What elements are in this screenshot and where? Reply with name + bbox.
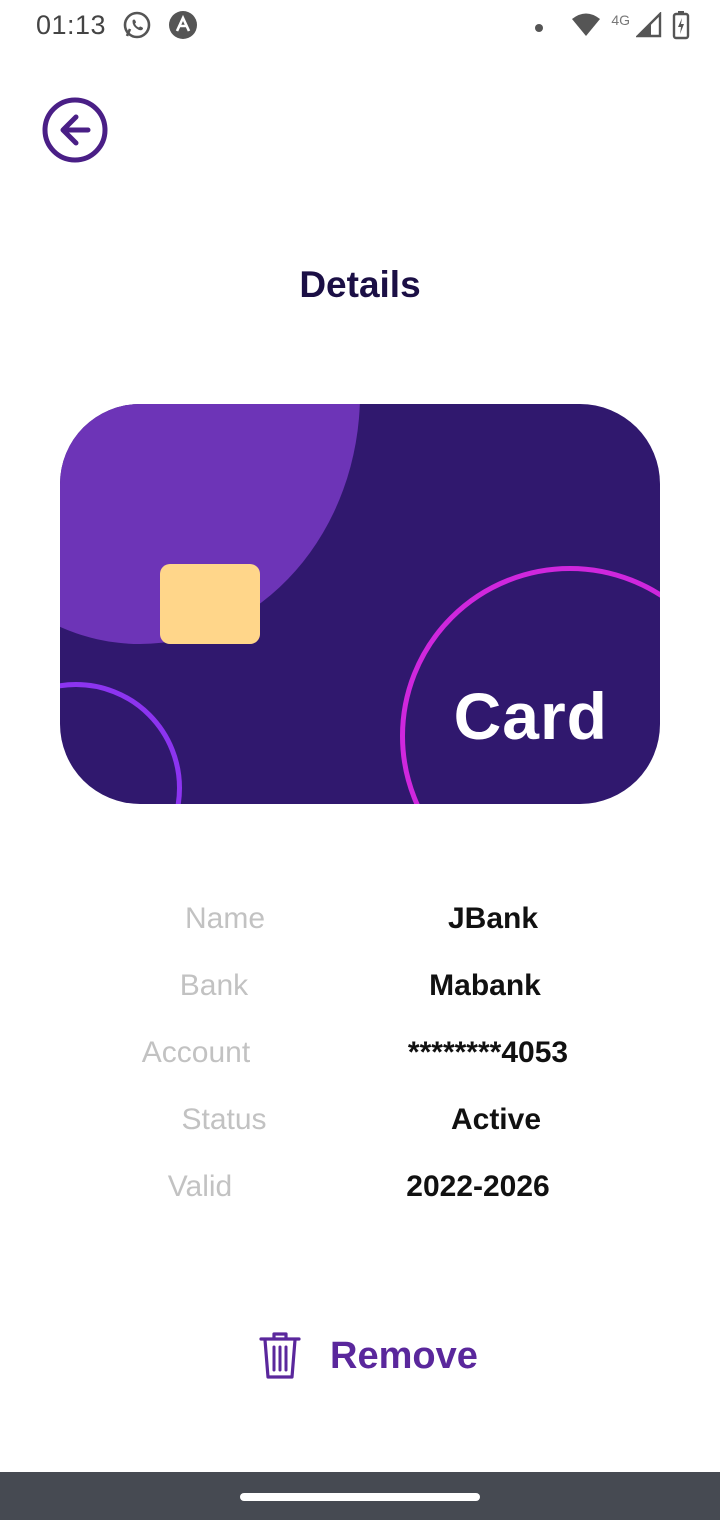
detail-label: Account	[141, 1036, 251, 1069]
detail-value: 2022-2026	[406, 1170, 550, 1203]
back-button[interactable]	[42, 97, 108, 163]
remove-label: Remove	[330, 1334, 478, 1377]
card-ring-small	[60, 682, 182, 804]
card-visual: Card	[60, 404, 660, 804]
remove-button[interactable]: Remove	[258, 1326, 488, 1386]
trash-icon	[259, 1332, 301, 1379]
notification-dot	[535, 23, 544, 32]
signal-icon	[635, 11, 662, 43]
status-system-icons: 4G	[535, 10, 690, 45]
network-type: 4G	[611, 11, 630, 28]
status-notification-icons	[122, 10, 198, 45]
status-bar: 01:13 4G	[0, 0, 720, 56]
system-navigation-bar	[0, 1472, 720, 1520]
status-time: 01:13	[36, 10, 107, 40]
card-details-screen: 01:13 4G Details Card Name JBank Bank Ma…	[0, 0, 720, 1520]
detail-row-bank: Bank Mabank	[0, 961, 720, 1011]
detail-label: Valid	[167, 1170, 233, 1203]
detail-row-status: Status Active	[0, 1095, 720, 1145]
back-arrow-icon	[42, 97, 108, 163]
detail-value: Active	[450, 1103, 542, 1136]
detail-value: ********4053	[407, 1036, 569, 1069]
detail-row-valid: Valid 2022-2026	[0, 1162, 720, 1212]
detail-value: JBank	[447, 902, 539, 935]
battery-charging-icon	[672, 10, 690, 45]
wifi-icon	[571, 12, 601, 43]
whatsapp-icon	[122, 10, 152, 45]
detail-row-name: Name JBank	[0, 894, 720, 944]
detail-value: Mabank	[429, 969, 541, 1002]
home-gesture-handle[interactable]	[240, 1493, 480, 1501]
card-chip	[160, 564, 260, 644]
detail-row-account: Account ********4053	[0, 1028, 720, 1078]
app-icon	[168, 10, 198, 45]
page-title: Details	[299, 264, 421, 305]
card-label: Card	[453, 679, 608, 753]
